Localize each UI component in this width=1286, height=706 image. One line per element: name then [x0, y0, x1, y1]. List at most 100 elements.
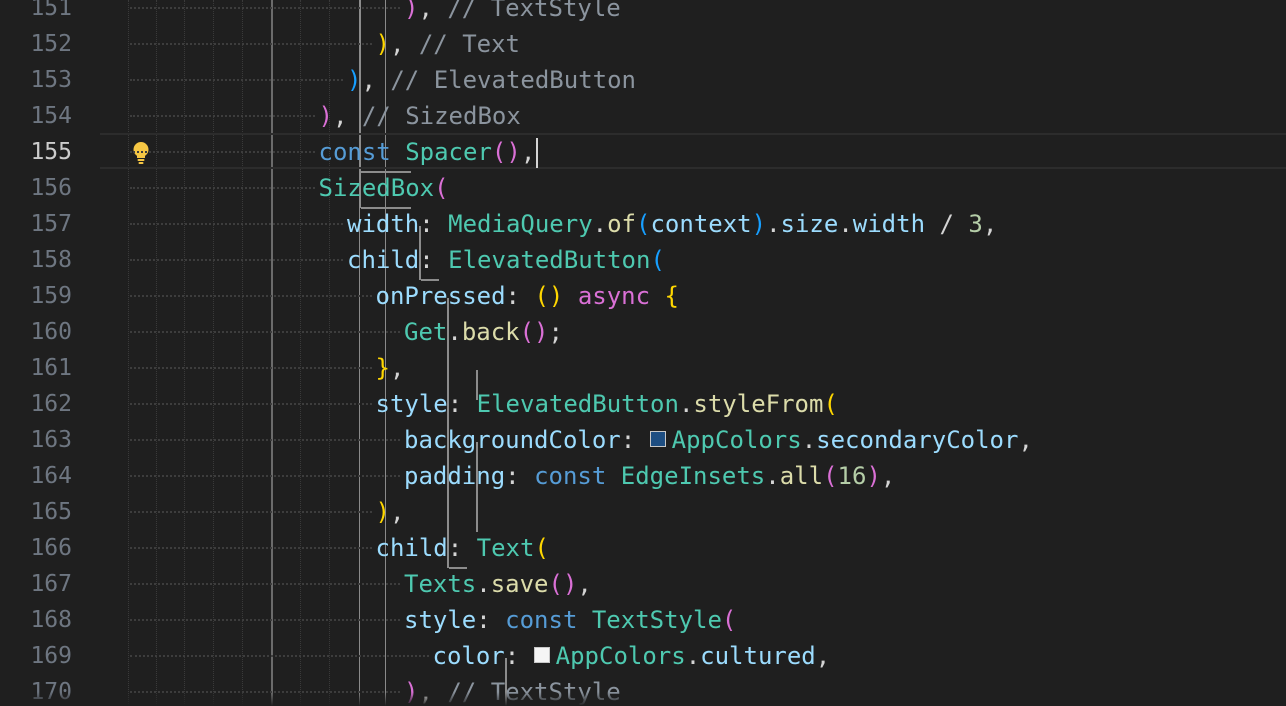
- whitespace-markers: [130, 187, 315, 189]
- code-token: 16: [837, 462, 867, 490]
- code-text[interactable]: ), // SizedBox: [319, 98, 521, 134]
- code-token: (: [721, 606, 737, 634]
- code-line[interactable]: 153), // ElevatedButton: [0, 62, 1286, 98]
- code-text[interactable]: ), // Text: [376, 26, 521, 62]
- code-line[interactable]: 160 Get.back();: [0, 314, 1286, 350]
- code-text[interactable]: onPressed: () async {: [376, 278, 679, 314]
- code-token: backgroundColor: [404, 426, 621, 454]
- code-token: EdgeInsets: [620, 462, 766, 490]
- code-token: ,: [332, 102, 362, 130]
- code-line[interactable]: 165),: [0, 494, 1286, 530]
- code-token: .: [765, 462, 780, 490]
- code-line[interactable]: 166 child: Text(: [0, 530, 1286, 566]
- line-number: 154: [30, 103, 72, 129]
- code-token: ,: [815, 642, 831, 670]
- code-token: (): [534, 282, 564, 310]
- code-text[interactable]: child: Text(: [376, 530, 549, 566]
- code-token: .: [592, 210, 608, 238]
- line-number: 168: [30, 607, 72, 633]
- whitespace-markers: [130, 367, 372, 369]
- whitespace-markers: [130, 151, 315, 153]
- code-token: :: [505, 282, 535, 310]
- whitespace-markers: [130, 439, 400, 441]
- whitespace-markers: [130, 547, 372, 549]
- code-token: back: [461, 318, 520, 346]
- line-number: 155: [30, 139, 72, 165]
- code-token: onPressed: [375, 282, 506, 310]
- code-token: ): [404, 0, 419, 22]
- whitespace-markers: [130, 43, 372, 45]
- code-text[interactable]: style: const TextStyle(: [404, 602, 736, 638]
- code-token: save: [490, 570, 549, 598]
- code-text[interactable]: color: AppColors.cultured,: [433, 638, 831, 674]
- code-token: .: [447, 318, 462, 346]
- code-text[interactable]: style: ElevatedButton.styleFrom(: [376, 386, 838, 422]
- code-line[interactable]: 164 padding: const EdgeInsets.all(16),: [0, 458, 1286, 494]
- code-text[interactable]: },: [376, 350, 405, 386]
- code-token: Get: [404, 318, 448, 346]
- code-token: width: [347, 210, 420, 238]
- code-text[interactable]: ),: [376, 494, 405, 530]
- code-editor[interactable]: 151 ), // TextStyle 152), // Text 153), // …: [0, 0, 1286, 706]
- color-swatch-icon[interactable]: [649, 431, 666, 447]
- code-text[interactable]: width: MediaQuery.of(context).size.width…: [347, 206, 997, 242]
- code-line[interactable]: 169 color: AppColors.cultured,: [0, 638, 1286, 674]
- whitespace-markers: [130, 619, 400, 621]
- whitespace-markers: [130, 295, 372, 297]
- code-text[interactable]: backgroundColor: AppColors.secondaryColo…: [404, 422, 1033, 458]
- code-text[interactable]: child: ElevatedButton(: [347, 242, 665, 278]
- code-token: .: [685, 642, 701, 670]
- code-line[interactable]: 152), // Text: [0, 26, 1286, 62]
- code-line[interactable]: 155 const Spacer(),: [0, 133, 1286, 170]
- code-line[interactable]: 168 style: const TextStyle(: [0, 602, 1286, 638]
- lightbulb-icon[interactable]: [131, 141, 151, 165]
- code-token: width: [852, 210, 926, 238]
- code-token: AppColors: [671, 426, 802, 454]
- code-text[interactable]: ), // ElevatedButton: [347, 62, 636, 98]
- code-token: .: [766, 210, 781, 238]
- code-line[interactable]: 157 width: MediaQuery.of(context).size.wi…: [0, 206, 1286, 242]
- whitespace-markers: [130, 511, 372, 513]
- code-text[interactable]: Get.back();: [404, 314, 563, 350]
- code-token: async: [577, 282, 651, 310]
- code-line[interactable]: 151 ), // TextStyle: [0, 0, 1286, 26]
- code-token: MediaQuery: [448, 210, 593, 238]
- code-line[interactable]: 154 ), // SizedBox: [0, 98, 1286, 134]
- code-token: style: [404, 606, 477, 634]
- code-token: // SizedBox: [361, 102, 521, 130]
- code-token: (): [519, 318, 549, 346]
- code-token: (: [823, 390, 838, 418]
- code-text[interactable]: SizedBox(: [319, 170, 449, 206]
- code-text[interactable]: ), // TextStyle: [404, 0, 621, 26]
- code-token: :: [505, 462, 535, 490]
- code-text[interactable]: padding: const EdgeInsets.all(16),: [404, 458, 895, 494]
- code-line[interactable]: 163 backgroundColor: AppColors.secondaryC…: [0, 422, 1286, 458]
- color-swatch-icon[interactable]: [533, 647, 550, 663]
- code-token: child: [375, 534, 448, 562]
- code-token: :: [419, 210, 449, 238]
- code-token: ,: [982, 210, 998, 238]
- code-line[interactable]: 158 child: ElevatedButton(: [0, 242, 1286, 278]
- line-number: 151: [30, 0, 72, 21]
- whitespace-markers: [130, 79, 343, 81]
- code-token: ): [375, 30, 390, 58]
- code-text[interactable]: const Spacer(),: [319, 134, 539, 170]
- code-line[interactable]: 161},: [0, 350, 1286, 386]
- code-line[interactable]: 162 style: ElevatedButton.styleFrom(: [0, 386, 1286, 422]
- code-token: :: [476, 606, 506, 634]
- line-number: 158: [30, 247, 72, 273]
- code-token: }: [375, 354, 390, 382]
- code-text[interactable]: Texts.save(),: [404, 566, 592, 602]
- code-line[interactable]: 167 Texts.save(),: [0, 566, 1286, 602]
- code-token: // ElevatedButton: [390, 66, 636, 94]
- code-token: ,: [418, 0, 448, 22]
- whitespace-markers: [130, 475, 400, 477]
- code-token: ): [375, 498, 390, 526]
- code-token: cultured: [700, 642, 816, 670]
- code-token: context: [650, 210, 752, 238]
- code-token: padding: [404, 462, 506, 490]
- code-line[interactable]: 159 onPressed: () async {: [0, 278, 1286, 314]
- code-line[interactable]: 156 SizedBox(: [0, 170, 1286, 206]
